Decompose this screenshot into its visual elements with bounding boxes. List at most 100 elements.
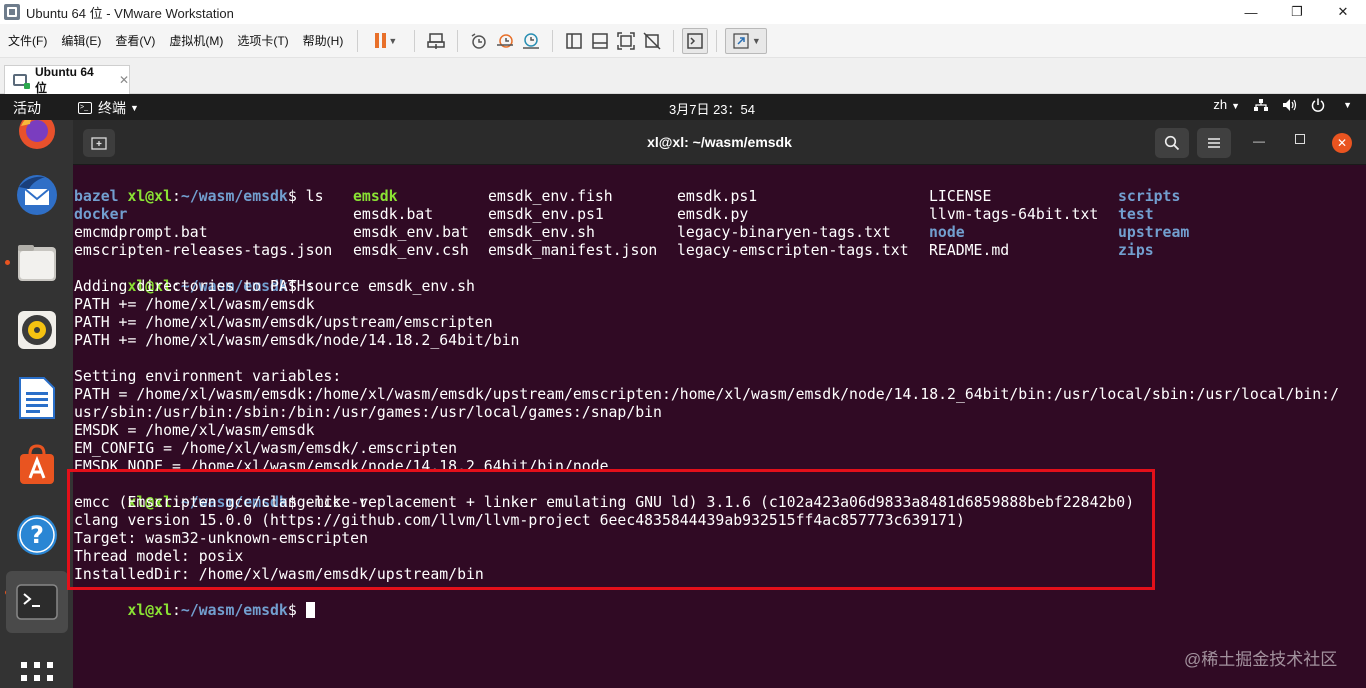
revert-snapshot-icon (497, 33, 514, 48)
ls-entry: emsdk.ps1 (677, 188, 758, 205)
close-icon[interactable]: ✕ (1332, 133, 1352, 153)
dock-firefox[interactable] (14, 120, 60, 154)
command-text: ls (305, 188, 324, 205)
pause-icon (375, 33, 387, 48)
vmware-titlebar: Ubuntu 64 位 - VMware Workstation — ❐ ✕ (0, 0, 1366, 24)
toolbar-separator (357, 29, 359, 52)
prompt-colon: : (172, 188, 181, 205)
ls-entry: node (929, 224, 965, 241)
ls-entry: emscripten-releases-tags.json (74, 242, 333, 259)
app-menu[interactable]: >_ 终端 ▼ (78, 98, 139, 118)
ls-entry: bazel (74, 188, 119, 205)
close-button[interactable]: ✕ (1320, 0, 1366, 24)
dock-terminal[interactable] (6, 571, 68, 633)
snapshot-button[interactable] (466, 28, 492, 54)
fullscreen-button[interactable]: ▼ (725, 27, 768, 54)
toolbar-separator (673, 29, 675, 52)
ls-entry: emsdk_env.ps1 (488, 206, 604, 223)
console-view-button[interactable] (587, 28, 613, 54)
gnome-top-bar: 活动 >_ 终端 ▼ 3月7日 23：54 zh ▼ ▼ (0, 94, 1366, 120)
ls-entry: zips (1118, 242, 1154, 259)
ls-entry: docker (74, 206, 128, 223)
dock-libreoffice-writer[interactable] (14, 375, 60, 421)
ls-entry: legacy-binaryen-tags.txt (677, 224, 891, 241)
send-ctrl-alt-del-button[interactable] (423, 28, 449, 54)
prompt-dollar: $ (287, 188, 306, 205)
dock-files[interactable] (14, 240, 60, 286)
pause-button[interactable]: ▼ (366, 28, 406, 54)
manage-snapshots-button[interactable] (518, 28, 544, 54)
thunderbird-icon (17, 175, 57, 215)
prompt-path: ~/wasm/emsdk (180, 188, 288, 205)
output-line: PATH += /home/xl/wasm/emsdk/upstream/ems… (74, 314, 493, 331)
dock-help[interactable]: ? (14, 512, 60, 558)
sidebar-icon (566, 32, 583, 49)
watermark: @稀土掘金技术社区 (1184, 650, 1338, 669)
ls-entry: emsdk.py (677, 206, 749, 223)
minimize-icon[interactable]: — (1253, 134, 1265, 148)
fit-guest-button[interactable] (613, 28, 639, 54)
toolbar-separator (552, 29, 554, 52)
console-view-icon (592, 32, 609, 49)
command-text: source emsdk_env.sh (305, 278, 475, 295)
chevron-down-icon: ▼ (130, 103, 139, 113)
hamburger-menu-button[interactable] (1197, 128, 1231, 158)
hamburger-icon (1208, 138, 1220, 148)
ls-entry: test (1118, 206, 1154, 223)
fullscreen-icon (733, 32, 749, 49)
revert-snapshot-button[interactable] (492, 28, 518, 54)
ls-entry: emsdk (353, 188, 398, 205)
volume-icon (1283, 98, 1297, 111)
prompt-colon: : (172, 602, 181, 619)
dock-ubuntu-software[interactable] (14, 442, 60, 488)
prompt-path: ~/wasm/emsdk (180, 602, 288, 619)
maximize-icon[interactable] (1295, 134, 1305, 144)
output-line: EM_CONFIG = /home/xl/wasm/emsdk/.emscrip… (74, 440, 458, 457)
ls-entry: README.md (929, 242, 1010, 259)
toolbar-separator (457, 29, 459, 52)
activities-button[interactable]: 活动 (13, 98, 41, 118)
ls-entry: upstream (1118, 224, 1190, 241)
restore-button[interactable]: ❐ (1274, 0, 1320, 24)
tab-close-icon[interactable]: ✕ (119, 73, 129, 87)
chevron-down-icon: ▼ (751, 35, 761, 46)
ls-entry: emsdk_env.csh (353, 242, 469, 259)
input-method[interactable]: zh ▼ (1213, 97, 1240, 112)
chevron-down-icon: ▼ (1231, 101, 1241, 111)
ls-entry: emsdk_env.fish (488, 188, 613, 205)
minimize-button[interactable]: — (1228, 0, 1274, 24)
vmware-tabbar: Ubuntu 64 位 ✕ (0, 58, 1366, 95)
network-icon (1254, 98, 1269, 111)
files-icon (18, 245, 56, 281)
menu-view[interactable]: 查看(V) (109, 32, 161, 49)
terminal-output[interactable]: xl@xl:~/wasm/emsdk$ ls bazel docker emcmdp… (73, 165, 1366, 688)
system-tray[interactable]: zh ▼ ▼ (1213, 97, 1352, 112)
vm-icon (13, 74, 30, 89)
rhythmbox-icon (18, 311, 56, 349)
menu-vm[interactable]: 虚拟机(M) (163, 32, 229, 49)
ubuntu-software-icon (20, 444, 54, 484)
terminal-icon (16, 584, 58, 620)
terminal-headerbar: xl@xl: ~/wasm/emsdk — ✕ (73, 120, 1366, 165)
console-button[interactable] (682, 27, 709, 54)
input-method-label: zh (1213, 97, 1228, 112)
highlight-box (67, 469, 1155, 590)
menu-edit[interactable]: 编辑(E) (55, 32, 107, 49)
output-line: PATH += /home/xl/wasm/emsdk (74, 296, 315, 313)
search-button[interactable] (1155, 128, 1189, 158)
sidebar-button[interactable] (561, 28, 587, 54)
clock[interactable]: 3月7日 23：54 (669, 99, 755, 118)
menu-tabs[interactable]: 选项卡(T) (231, 32, 294, 49)
dock-rhythmbox[interactable] (14, 307, 60, 353)
ls-entry: emsdk_env.bat (353, 224, 469, 241)
window-controls: — ❐ ✕ (1228, 0, 1366, 24)
dock-show-apps[interactable] (14, 648, 60, 688)
unity-button[interactable] (639, 28, 665, 54)
dock-thunderbird[interactable] (14, 172, 60, 218)
menu-file[interactable]: 文件(F) (2, 32, 53, 49)
tab-ubuntu[interactable]: Ubuntu 64 位 ✕ (4, 65, 130, 95)
app-menu-label: 终端 (98, 100, 126, 116)
menu-help[interactable]: 帮助(H) (297, 32, 350, 49)
prompt-user: xl@xl (127, 188, 172, 205)
search-icon (1164, 135, 1180, 151)
